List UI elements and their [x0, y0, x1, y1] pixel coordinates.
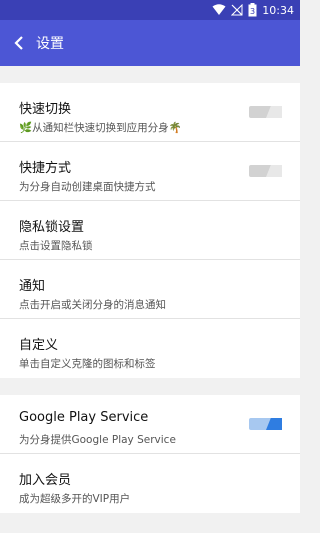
battery-level: 3: [250, 7, 255, 16]
setting-shortcut[interactable]: 快捷方式 为分身自动创建桌面快捷方式: [0, 142, 300, 201]
setting-join-vip[interactable]: 加入会员 成为超级多开的VIP用户: [0, 454, 300, 513]
status-bar: 3 10:34: [0, 0, 300, 20]
shortcut-toggle[interactable]: [249, 165, 282, 177]
setting-title: 自定义: [19, 338, 59, 353]
leaf-icon: 🌿: [19, 122, 33, 134]
settings-group-extra: Google Play Service 为分身提供Google Play Ser…: [0, 395, 300, 513]
setting-title: 隐私锁设置: [19, 220, 85, 235]
setting-title: Google Play Service: [19, 410, 149, 425]
setting-google-play-service[interactable]: Google Play Service 为分身提供Google Play Ser…: [0, 395, 300, 454]
setting-subtitle: 成为超级多开的VIP用户: [19, 493, 131, 505]
setting-title: 通知: [19, 279, 46, 294]
setting-subtitle: 为分身提供Google Play Service: [19, 434, 176, 446]
google-play-toggle[interactable]: [249, 418, 282, 430]
setting-subtitle: 🌿从通知栏快速切换到应用分身🌴: [19, 122, 182, 134]
no-signal-icon: [231, 4, 243, 16]
chevron-left-icon: [14, 36, 23, 50]
setting-subtitle: 单击自定义克隆的图标和标签: [19, 358, 156, 370]
quick-switch-toggle[interactable]: [249, 106, 282, 118]
page-title: 设置: [36, 36, 64, 52]
palm-tree-icon: 🌴: [168, 122, 182, 134]
setting-privacy-lock[interactable]: 隐私锁设置 点击设置隐私锁: [0, 201, 300, 260]
setting-title: 加入会员: [19, 473, 72, 488]
setting-subtitle: 点击设置隐私锁: [19, 240, 93, 252]
setting-subtitle: 点击开启或关闭分身的消息通知: [19, 299, 166, 311]
clock: 10:34: [262, 3, 294, 17]
setting-subtitle: 为分身自动创建桌面快捷方式: [19, 181, 156, 193]
battery-icon: 3: [248, 3, 257, 17]
setting-quick-switch[interactable]: 快速切换 🌿从通知栏快速切换到应用分身🌴: [0, 83, 300, 142]
setting-title: 快速切换: [19, 102, 72, 117]
setting-title: 快捷方式: [19, 161, 72, 176]
settings-group-main: 快速切换 🌿从通知栏快速切换到应用分身🌴 快捷方式 为分身自动创建桌面快捷方式 …: [0, 83, 300, 378]
app-bar: 设置: [0, 20, 300, 66]
wifi-icon: [212, 4, 226, 16]
setting-customize[interactable]: 自定义 单击自定义克隆的图标和标签: [0, 319, 300, 378]
back-button[interactable]: [8, 31, 30, 55]
setting-notification[interactable]: 通知 点击开启或关闭分身的消息通知: [0, 260, 300, 319]
